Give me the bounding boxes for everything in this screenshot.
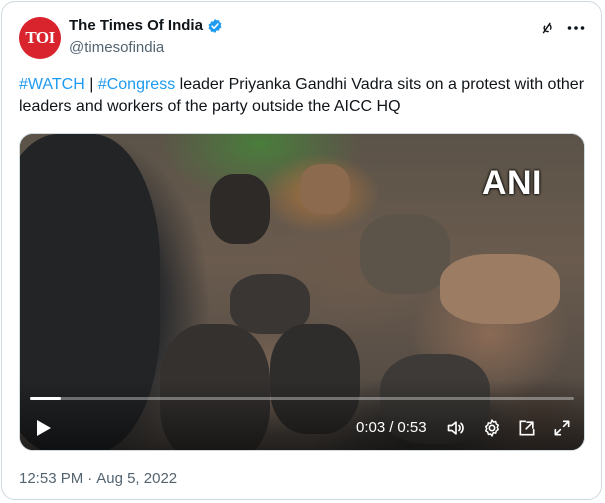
more-icon[interactable] — [565, 19, 587, 37]
verified-badge-icon — [207, 18, 223, 34]
post-date[interactable]: Aug 5, 2022 — [96, 470, 177, 487]
duration: 0:53 — [397, 419, 427, 436]
avatar[interactable]: TOI — [19, 17, 61, 59]
video-progress-fill — [30, 397, 61, 400]
hashtag-congress-link[interactable]: #Congress — [98, 76, 175, 93]
post-time[interactable]: 12:53 PM — [19, 470, 83, 487]
handle[interactable]: @timesofindia — [69, 39, 164, 56]
post-timestamp[interactable]: 12:53 PM · Aug 5, 2022 — [19, 470, 177, 487]
author-name-row[interactable]: The Times Of India — [69, 17, 223, 34]
hashtag-watch-link[interactable]: #WATCH — [19, 76, 85, 93]
controls-overlay — [20, 380, 584, 450]
video-player[interactable]: ANI 0:03 / 0:53 — [19, 133, 585, 451]
tweet-card: TOI The Times Of India @timesofindia #WA… — [1, 1, 602, 500]
crowd-figure — [300, 164, 350, 214]
settings-icon[interactable] — [481, 417, 503, 439]
popout-icon[interactable] — [516, 417, 538, 439]
crowd-figure — [360, 214, 450, 294]
display-name[interactable]: The Times Of India — [69, 17, 203, 34]
ani-watermark: ANI — [481, 164, 542, 202]
grok-icon[interactable] — [538, 19, 556, 37]
crowd-figure — [210, 174, 270, 244]
avatar-logo-text: TOI — [25, 28, 55, 47]
crowd-figure — [440, 254, 560, 324]
timestamp-dot: · — [87, 470, 93, 487]
time-separator: / — [389, 419, 394, 436]
text-separator: | — [84, 76, 98, 93]
play-icon[interactable] — [34, 417, 54, 439]
fullscreen-icon[interactable] — [551, 417, 573, 439]
volume-icon[interactable] — [445, 417, 467, 439]
video-progress-bar[interactable] — [30, 397, 574, 400]
time-readout: 0:03 / 0:53 — [356, 419, 427, 436]
current-time: 0:03 — [356, 419, 386, 436]
tweet-text: #WATCH | #Congress leader Priyanka Gandh… — [19, 74, 589, 118]
